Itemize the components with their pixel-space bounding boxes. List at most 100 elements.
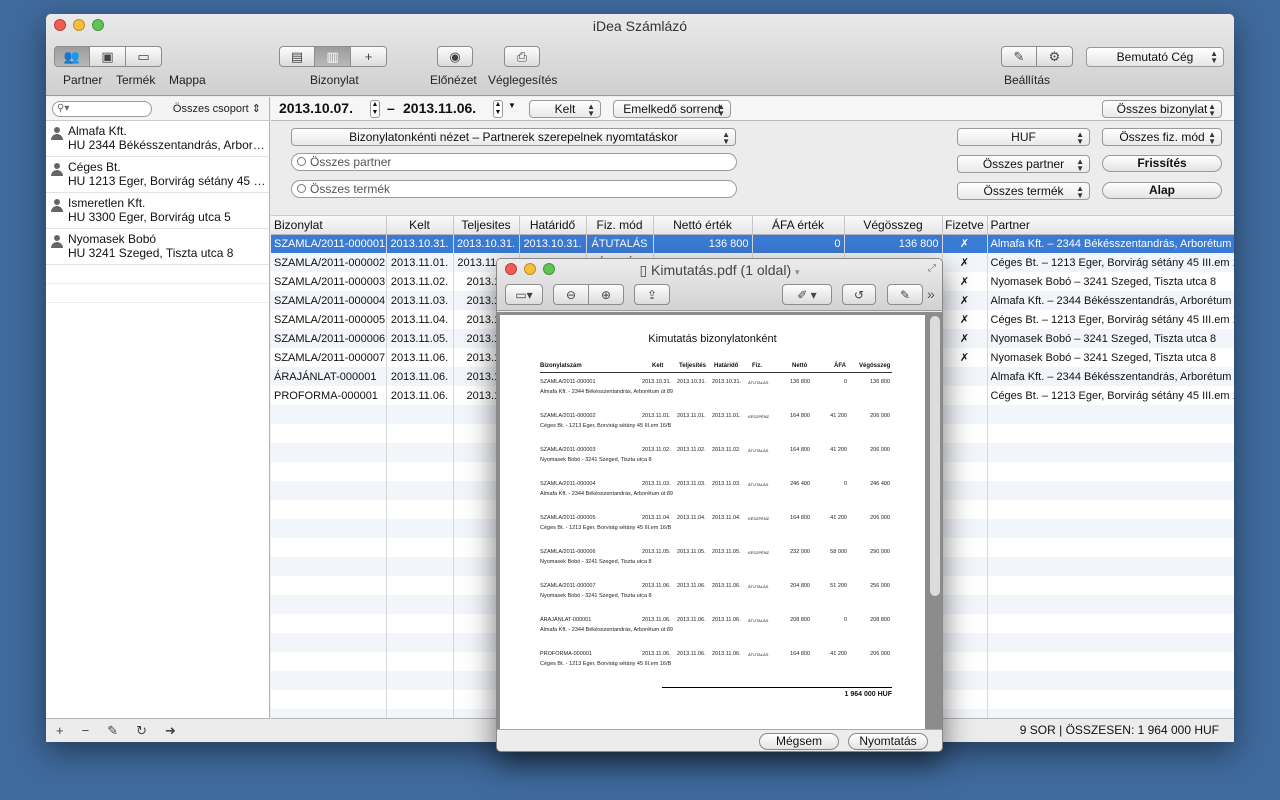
date-from-stepper[interactable]: ▲ ▼ xyxy=(370,100,380,118)
share-button[interactable]: ⇪ xyxy=(634,284,670,305)
col-header[interactable]: Végösszeg xyxy=(844,216,943,235)
partner-item[interactable]: Ismeretlen Kft. HU 3300 Eger, Borvirág u… xyxy=(46,193,269,229)
print-button[interactable]: Nyomtatás xyxy=(848,733,928,750)
calendar-dropdown-icon[interactable]: ▼ xyxy=(508,101,516,110)
remove-partner-button[interactable]: − xyxy=(82,723,90,738)
partner-name: Ismeretlen Kft. xyxy=(68,196,146,210)
product-select[interactable]: Összes termék ▲ ▼ xyxy=(957,182,1090,200)
report-button[interactable]: ▥ xyxy=(315,46,351,67)
rotate-button[interactable]: ↺ xyxy=(842,284,876,305)
col-header[interactable]: Fiz. mód xyxy=(586,216,654,235)
settings-label: Beállítás xyxy=(1004,73,1051,87)
date-to[interactable]: 2013.11.06. xyxy=(403,100,476,116)
doc-type-select[interactable]: Összes bizonylat ▲ ▼ xyxy=(1102,100,1222,118)
sort-order-select[interactable]: Emelkedő sorrend ▲ ▼ xyxy=(613,100,731,118)
report-cell: 2013.11.06. xyxy=(712,651,741,657)
zoom-out-button[interactable]: ⊖ xyxy=(553,284,589,305)
product-tab-button[interactable]: ▣ xyxy=(90,46,126,67)
updown-icon: ▲ ▼ xyxy=(1210,49,1218,65)
pdf-toolbar: ▯ Kimutatás.pdf (1 oldal) ▾ ⤢ ▭▾ ⊖ ⊕ ⇪ ✐… xyxy=(497,259,942,311)
table-cell: PROFORMA-000001 xyxy=(271,386,387,405)
fullscreen-icon[interactable]: ⤢ xyxy=(928,263,936,274)
add-partner-button[interactable]: + xyxy=(56,723,64,738)
payment-method-select[interactable]: Összes fiz. mód ▲ ▼ xyxy=(1102,128,1222,146)
gear-icon: ⚙ xyxy=(1048,48,1061,64)
date-field-select[interactable]: Kelt ▲ ▼ xyxy=(529,100,601,118)
annotate-button[interactable]: ✐ ▾ xyxy=(782,284,832,305)
more-icon[interactable]: » xyxy=(927,286,935,302)
partner-tab-button[interactable]: 👥 xyxy=(54,46,90,67)
report-cell: 164 800 xyxy=(790,651,810,657)
report-total: 1 964 000 HUF xyxy=(844,691,892,698)
date-to-stepper[interactable]: ▲ ▼ xyxy=(493,100,503,118)
report-cell: 2013.10.31. xyxy=(712,379,742,385)
sidebar-header: ⚲▾ Összes csoport ⇕ xyxy=(46,97,269,121)
partner-filter-input[interactable]: Összes partner xyxy=(291,153,737,171)
empty-cell xyxy=(271,519,387,538)
empty-cell xyxy=(942,576,988,595)
document-list-button[interactable]: ▤ xyxy=(279,46,315,67)
chevron-down-icon[interactable]: ▾ xyxy=(795,267,800,277)
folder-tab-button[interactable]: ▭ xyxy=(126,46,162,67)
partner-search-input[interactable]: ⚲▾ xyxy=(52,101,152,117)
report-cell: 2013.11.06. xyxy=(677,583,706,589)
report-cell: KÉSZPÉNZ xyxy=(748,516,770,521)
report-cell: 246 400 xyxy=(790,481,810,487)
finalize-button[interactable]: ⎙ xyxy=(504,46,540,67)
company-select[interactable]: Bemutató Cég ▲ ▼ xyxy=(1086,47,1224,67)
empty-cell xyxy=(942,671,988,690)
empty-cell xyxy=(386,652,454,671)
partner-select[interactable]: Összes partner ▲ ▼ xyxy=(957,155,1090,173)
refresh-button[interactable]: Frissítés xyxy=(1102,155,1222,172)
box-icon: ▣ xyxy=(101,48,114,64)
edit-button[interactable]: ✎ xyxy=(887,284,923,305)
edit-partner-button[interactable]: ✎ xyxy=(107,723,118,739)
preview-button[interactable]: ◉ xyxy=(437,46,473,67)
table-cell: 2013.11.03. xyxy=(386,291,454,310)
window-title: iDea Számlázó xyxy=(592,18,688,34)
report-cell: 2013.11.06. xyxy=(677,617,706,623)
report-col-header: Teljesítés xyxy=(679,363,706,369)
chart-icon: ▥ xyxy=(326,48,339,64)
col-header[interactable]: Határidő xyxy=(519,216,587,235)
product-filter-input[interactable]: Összes termék xyxy=(291,180,737,198)
reset-button[interactable]: Alap xyxy=(1102,182,1222,199)
partner-item[interactable]: Nyomasek Bobó HU 3241 Szeged, Tiszta utc… xyxy=(46,229,269,265)
eye-icon: ◉ xyxy=(449,48,461,64)
report-cell: 2013.11.01. xyxy=(677,413,706,419)
group-filter[interactable]: Összes csoport ⇕ xyxy=(173,102,261,115)
document-icon: ▤ xyxy=(290,48,304,64)
table-row[interactable]: SZAMLA/2011-000001 2013.10.31. 2013.10.31.… xyxy=(271,234,1234,253)
empty-cell xyxy=(386,405,454,424)
edit-settings-button[interactable]: ✎ xyxy=(1001,46,1037,67)
col-header[interactable]: Partner xyxy=(987,216,1234,235)
currency-select[interactable]: HUF ▲ ▼ xyxy=(957,128,1090,146)
col-header[interactable]: Nettó érték xyxy=(653,216,753,235)
view-mode-select[interactable]: Bizonylatonkénti nézet – Partnerek szere… xyxy=(291,128,736,146)
col-header[interactable]: ÁFA érték xyxy=(752,216,845,235)
pdf-page: Kimutatás bizonylatonként Bizonylatszám … xyxy=(500,315,925,733)
col-header[interactable]: Bizonylat xyxy=(271,216,387,235)
empty-cell xyxy=(987,538,1234,557)
date-from[interactable]: 2013.10.07. xyxy=(279,100,353,116)
settings-button[interactable]: ⚙ xyxy=(1037,46,1073,67)
empty-row xyxy=(46,265,269,284)
cancel-button[interactable]: Mégsem xyxy=(759,733,839,750)
col-header[interactable]: Teljesites xyxy=(453,216,520,235)
partner-item[interactable]: Almafa Kft. HU 2344 Békésszentandrás, Ar… xyxy=(46,121,269,157)
updown-icon: ▲ ▼ xyxy=(1076,157,1084,173)
sidebar-icon: ▭▾ xyxy=(515,287,533,302)
col-header[interactable]: Kelt xyxy=(386,216,454,235)
partner-item[interactable]: Céges Bt. HU 1213 Eger, Borvirág sétány … xyxy=(46,157,269,193)
report-partner: Almafa Kft. - 2344 Békésszentandrás, Arb… xyxy=(540,389,673,395)
sidebar-toggle-button[interactable]: ▭▾ xyxy=(505,284,543,305)
scrollbar[interactable] xyxy=(930,316,940,596)
sidebar-actions: + − ✎ ↻ ➜ xyxy=(46,718,270,742)
col-header[interactable]: Fizetve xyxy=(942,216,988,235)
report-cell: KÉSZPÉNZ xyxy=(748,550,770,555)
report-cell: 58 000 xyxy=(830,549,847,555)
go-icon[interactable]: ➜ xyxy=(165,723,176,739)
zoom-in-button[interactable]: ⊕ xyxy=(588,284,624,305)
new-document-button[interactable]: + xyxy=(351,46,387,67)
refresh-icon[interactable]: ↻ xyxy=(136,723,147,739)
